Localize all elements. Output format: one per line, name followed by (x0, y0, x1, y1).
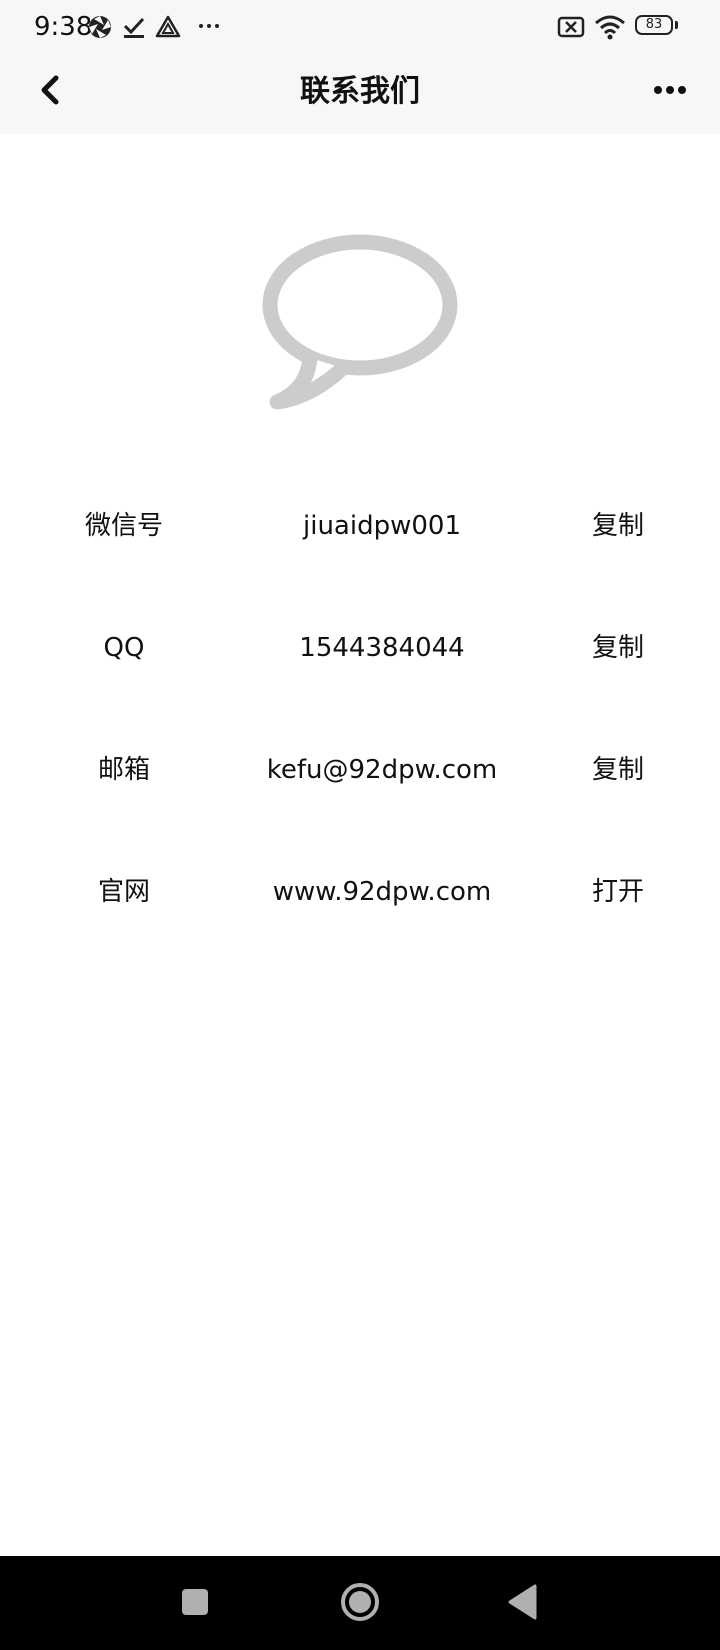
recents-button[interactable] (171, 1578, 219, 1626)
contact-row-qq: QQ 1544384044 复制 (0, 588, 720, 710)
home-button[interactable] (336, 1578, 384, 1626)
contact-list: 微信号 jiuaidpw001 复制 QQ 1544384044 复制 邮箱 k… (0, 466, 720, 954)
battery-level: 83 (635, 15, 673, 35)
nav-bar: 联系我们 (0, 54, 720, 134)
circle-home-icon (341, 1583, 379, 1621)
more-dots-icon (196, 13, 224, 41)
status-time: 9:38 (34, 12, 93, 42)
contact-label: 邮箱 (97, 755, 150, 785)
contact-row-website: 官网 www.92dpw.com 打开 (0, 832, 720, 954)
battery-icon: 83 (635, 15, 679, 37)
more-horizontal-icon (654, 86, 686, 94)
more-button[interactable] (650, 68, 690, 116)
wifi-icon (594, 13, 626, 41)
status-bar: 9:38 83 (0, 0, 720, 54)
triangle-alert-icon (154, 13, 182, 41)
open-website-button[interactable]: 打开 (552, 872, 684, 912)
triangle-back-icon (508, 1584, 537, 1620)
copy-wechat-button[interactable]: 复制 (552, 506, 684, 546)
copy-qq-button[interactable]: 复制 (552, 628, 684, 668)
square-icon (182, 1589, 208, 1615)
chevron-left-icon (41, 75, 59, 105)
check-download-icon (120, 13, 148, 41)
contact-row-email: 邮箱 kefu@92dpw.com 复制 (0, 710, 720, 832)
contact-value: www.92dpw.com (272, 877, 492, 907)
speech-bubble-icon (255, 230, 465, 415)
contact-label: 微信号 (84, 511, 163, 541)
system-back-button[interactable] (500, 1578, 548, 1626)
aperture-icon (86, 13, 114, 41)
copy-email-button[interactable]: 复制 (552, 750, 684, 790)
page-title: 联系我们 (300, 74, 420, 109)
contact-row-wechat: 微信号 jiuaidpw001 复制 (0, 466, 720, 588)
contact-label: QQ (103, 633, 145, 663)
contact-value: jiuaidpw001 (303, 511, 461, 541)
contact-label: 官网 (97, 877, 150, 907)
back-button[interactable] (28, 68, 76, 116)
contact-value: kefu@92dpw.com (266, 755, 498, 785)
system-nav-bar (0, 1556, 720, 1650)
contact-value: 1544384044 (299, 633, 465, 663)
battery-tip (675, 21, 678, 29)
sim-x-icon (556, 13, 586, 41)
